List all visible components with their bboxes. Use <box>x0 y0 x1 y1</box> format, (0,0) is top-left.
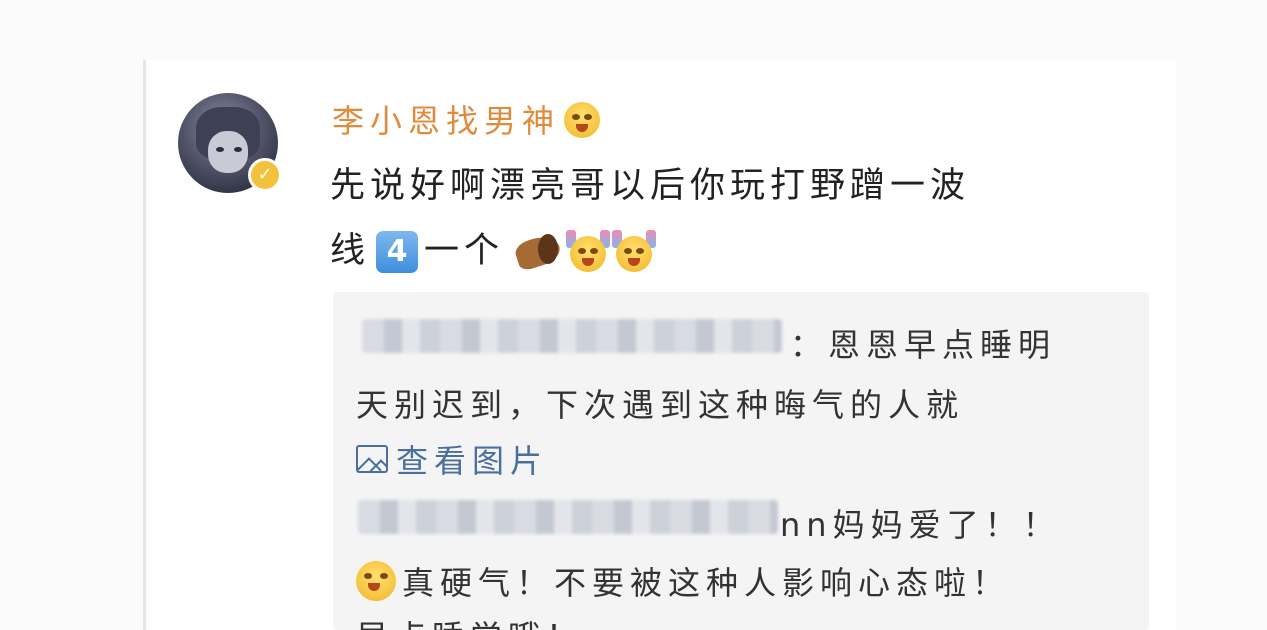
cheering-face-icon <box>566 230 611 274</box>
reply-2-text-line-3: 早点睡觉哦！ <box>356 612 584 630</box>
verified-badge-icon: ✓ <box>248 158 282 192</box>
username[interactable]: 李小恩找男神 <box>332 96 601 142</box>
view-image-link[interactable]: 查看图片 <box>356 436 548 482</box>
comment-text-suffix: 一个 <box>424 231 505 271</box>
blurred-reply-author[interactable] <box>362 319 782 353</box>
emoji-mouth <box>628 258 641 266</box>
reply-2-text: 真硬气！不要被这种人影响心态啦！ <box>402 564 1011 602</box>
crying-face-icon <box>356 561 396 601</box>
cheer-face <box>616 236 653 272</box>
emoji-mouth <box>368 583 380 591</box>
cheer-face <box>570 236 607 272</box>
crying-face-icon <box>564 102 601 138</box>
reply-1-text-line-2: 天别迟到，下次遇到这种晦气的人就 <box>356 386 965 424</box>
avatar-eye-left <box>216 147 224 152</box>
comment-text-prefix: 线 <box>330 231 371 271</box>
reply-2-text-line-1: nn妈妈爱了！！ <box>780 506 1061 544</box>
horse-face-icon <box>508 230 564 274</box>
comment-text-line-1: 先说好啊漂亮哥以后你玩打野蹭一波 <box>330 166 971 206</box>
emoji-mouth <box>582 258 595 266</box>
emoji-mouth <box>576 124 589 132</box>
comment-text-line-2: 线 4 一个 <box>330 222 657 274</box>
reply-2-text-line-2: 真硬气！不要被这种人影响心态啦！ <box>356 558 1010 604</box>
weibo-comment-screenshot: ✓ 李小恩找男神 先说好啊漂亮哥以后你玩打野蹭一波 线 4 一个 ：恩恩早点睡明 天… <box>0 0 1267 630</box>
reply-1-text-line-1: ：恩恩早点睡明 <box>790 326 1057 364</box>
avatar-face <box>208 131 248 173</box>
image-icon <box>356 445 388 473</box>
username-text: 李小恩找男神 <box>332 102 561 140</box>
blurred-reply-author[interactable] <box>358 500 778 534</box>
cheering-face-icon <box>612 230 657 274</box>
keycap-four-icon: 4 <box>376 231 419 273</box>
horse-mane <box>538 234 559 264</box>
avatar-eye-right <box>234 147 242 152</box>
view-image-label: 查看图片 <box>396 442 549 480</box>
